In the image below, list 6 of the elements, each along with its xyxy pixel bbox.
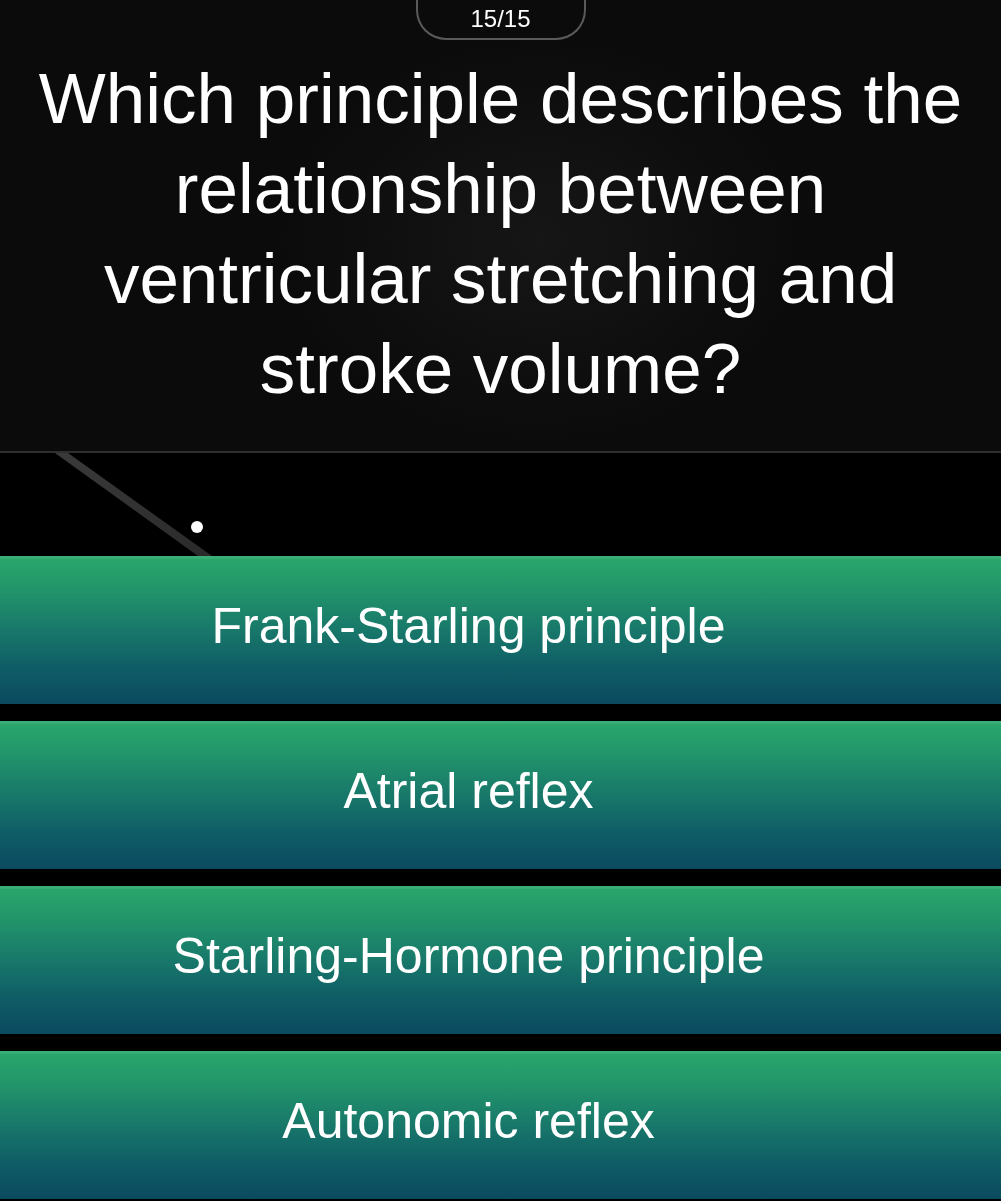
answer-button[interactable]: Atrial reflex [0, 721, 1001, 869]
answer-button[interactable]: Starling-Hormone principle [0, 886, 1001, 1034]
question-text: Which principle describes the relationship between ventricular stretching and stroke volume? [37, 58, 964, 410]
answer-button[interactable]: Autonomic reflex [0, 1051, 1001, 1199]
question-counter: 15/15 [415, 0, 586, 40]
dot-icon [191, 521, 203, 533]
